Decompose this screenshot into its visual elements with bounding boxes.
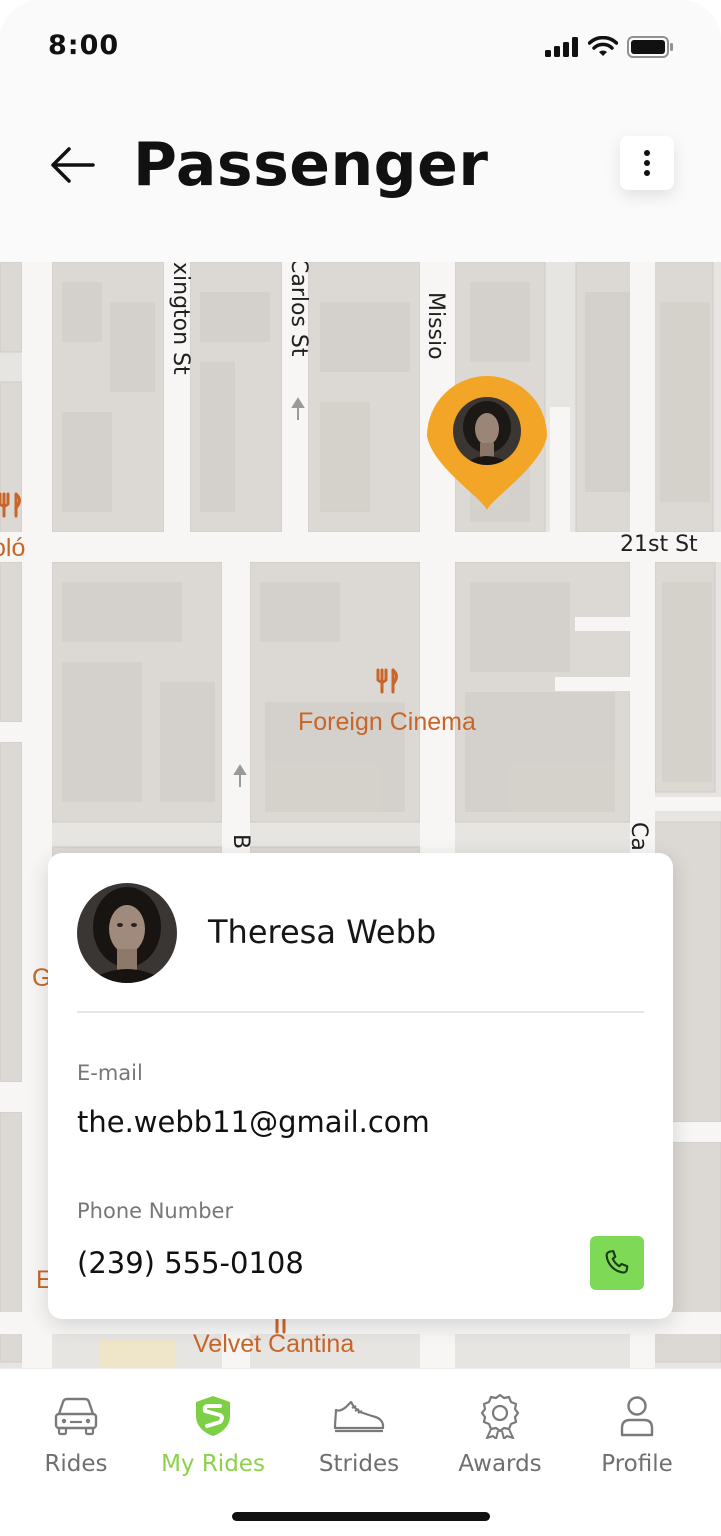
battery-icon (627, 36, 673, 58)
poi-label[interactable]: Velvet Cantina (193, 1330, 354, 1359)
more-vertical-icon (644, 150, 650, 176)
tab-my-rides[interactable]: My Rides (143, 1391, 283, 1477)
app-header: Passenger (0, 90, 721, 262)
bottom-tab-bar: Rides My Rides Strides Awards Profile (0, 1368, 721, 1536)
signal-icon (545, 37, 578, 57)
tab-rides[interactable]: Rides (6, 1391, 146, 1477)
status-bar: 8:00 (0, 0, 721, 90)
tab-label: Rides (44, 1451, 108, 1477)
passenger-name: Theresa Webb (208, 913, 437, 951)
back-button[interactable] (42, 140, 102, 190)
poi-label[interactable]: oló (0, 534, 25, 563)
strides-logo-icon (196, 1396, 230, 1436)
award-icon (480, 1393, 520, 1439)
car-icon (54, 1397, 98, 1436)
street-label: Missio (423, 292, 448, 360)
street-label: 21st St (620, 532, 698, 557)
pin-avatar (453, 397, 521, 465)
phone-label: Phone Number (77, 1199, 234, 1223)
tab-label: Profile (601, 1451, 673, 1477)
status-icons (545, 36, 673, 58)
email-label: E-mail (77, 1061, 143, 1085)
wifi-icon (588, 36, 618, 56)
phone-icon (605, 1250, 629, 1274)
street-label: Carlos St (286, 262, 311, 357)
back-arrow-icon (51, 147, 95, 183)
status-time: 8:00 (48, 30, 120, 61)
tab-strides[interactable]: Strides (289, 1391, 429, 1477)
tab-label: Strides (318, 1451, 400, 1477)
more-options-button[interactable] (620, 136, 674, 190)
passenger-info-card: Theresa Webb E-mail the.webb11@gmail.com… (48, 853, 673, 1319)
phone-value[interactable]: (239) 555-0108 (77, 1246, 304, 1280)
tab-profile[interactable]: Profile (567, 1391, 707, 1477)
poi-label[interactable]: Foreign Cinema (298, 708, 476, 737)
email-value[interactable]: the.webb11@gmail.com (77, 1105, 430, 1139)
divider (77, 1011, 644, 1013)
sneaker-icon (333, 1400, 385, 1433)
tab-label: My Rides (161, 1451, 265, 1477)
street-label: B (228, 834, 253, 850)
street-label: xington St (168, 262, 193, 375)
page-title: Passenger (133, 130, 489, 200)
phone-screen: 8:00 Passenger xington St Carlos St Miss… (0, 0, 721, 1536)
avatar (77, 883, 177, 983)
user-icon (620, 1396, 654, 1437)
street-label: Ca (626, 822, 651, 851)
home-indicator[interactable] (232, 1512, 490, 1521)
tab-awards[interactable]: Awards (430, 1391, 570, 1477)
tab-label: Awards (458, 1451, 542, 1477)
call-button[interactable] (590, 1236, 644, 1290)
